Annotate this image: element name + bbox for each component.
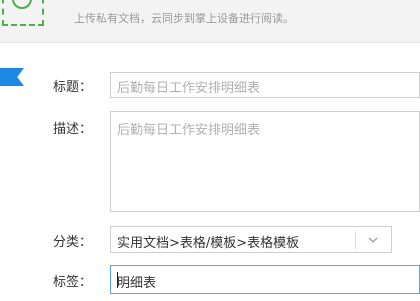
upload-circle — [12, 0, 32, 9]
category-label: 分类： — [53, 235, 93, 250]
title-input[interactable]: 后勤每日工作安排明细表 — [110, 72, 420, 98]
tags-label: 标签： — [53, 275, 93, 290]
tags-input[interactable]: 明细表 — [110, 265, 420, 294]
upload-icon[interactable] — [2, 0, 44, 26]
upload-banner: 上传私有文档，云同步到掌上设备进行阅读。 — [0, 0, 420, 43]
chevron-down-icon[interactable] — [367, 234, 379, 246]
upload-hint: 上传私有文档，云同步到掌上设备进行阅读。 — [74, 12, 294, 25]
category-value: 实用文档>表格/模板>表格模板 — [117, 236, 300, 251]
description-value: 后勤每日工作安排明细表 — [117, 123, 261, 138]
title-label: 标题： — [53, 80, 93, 95]
tags-value: 明细表 — [117, 276, 157, 291]
description-label: 描述： — [53, 122, 93, 137]
select-divider — [355, 231, 356, 249]
text-caret — [117, 272, 118, 288]
category-select[interactable]: 实用文档>表格/模板>表格模板 — [110, 226, 392, 253]
title-value: 后勤每日工作安排明细表 — [117, 81, 261, 96]
description-textarea[interactable]: 后勤每日工作安排明细表 — [110, 111, 420, 212]
bookmark-flag-icon — [0, 68, 24, 86]
